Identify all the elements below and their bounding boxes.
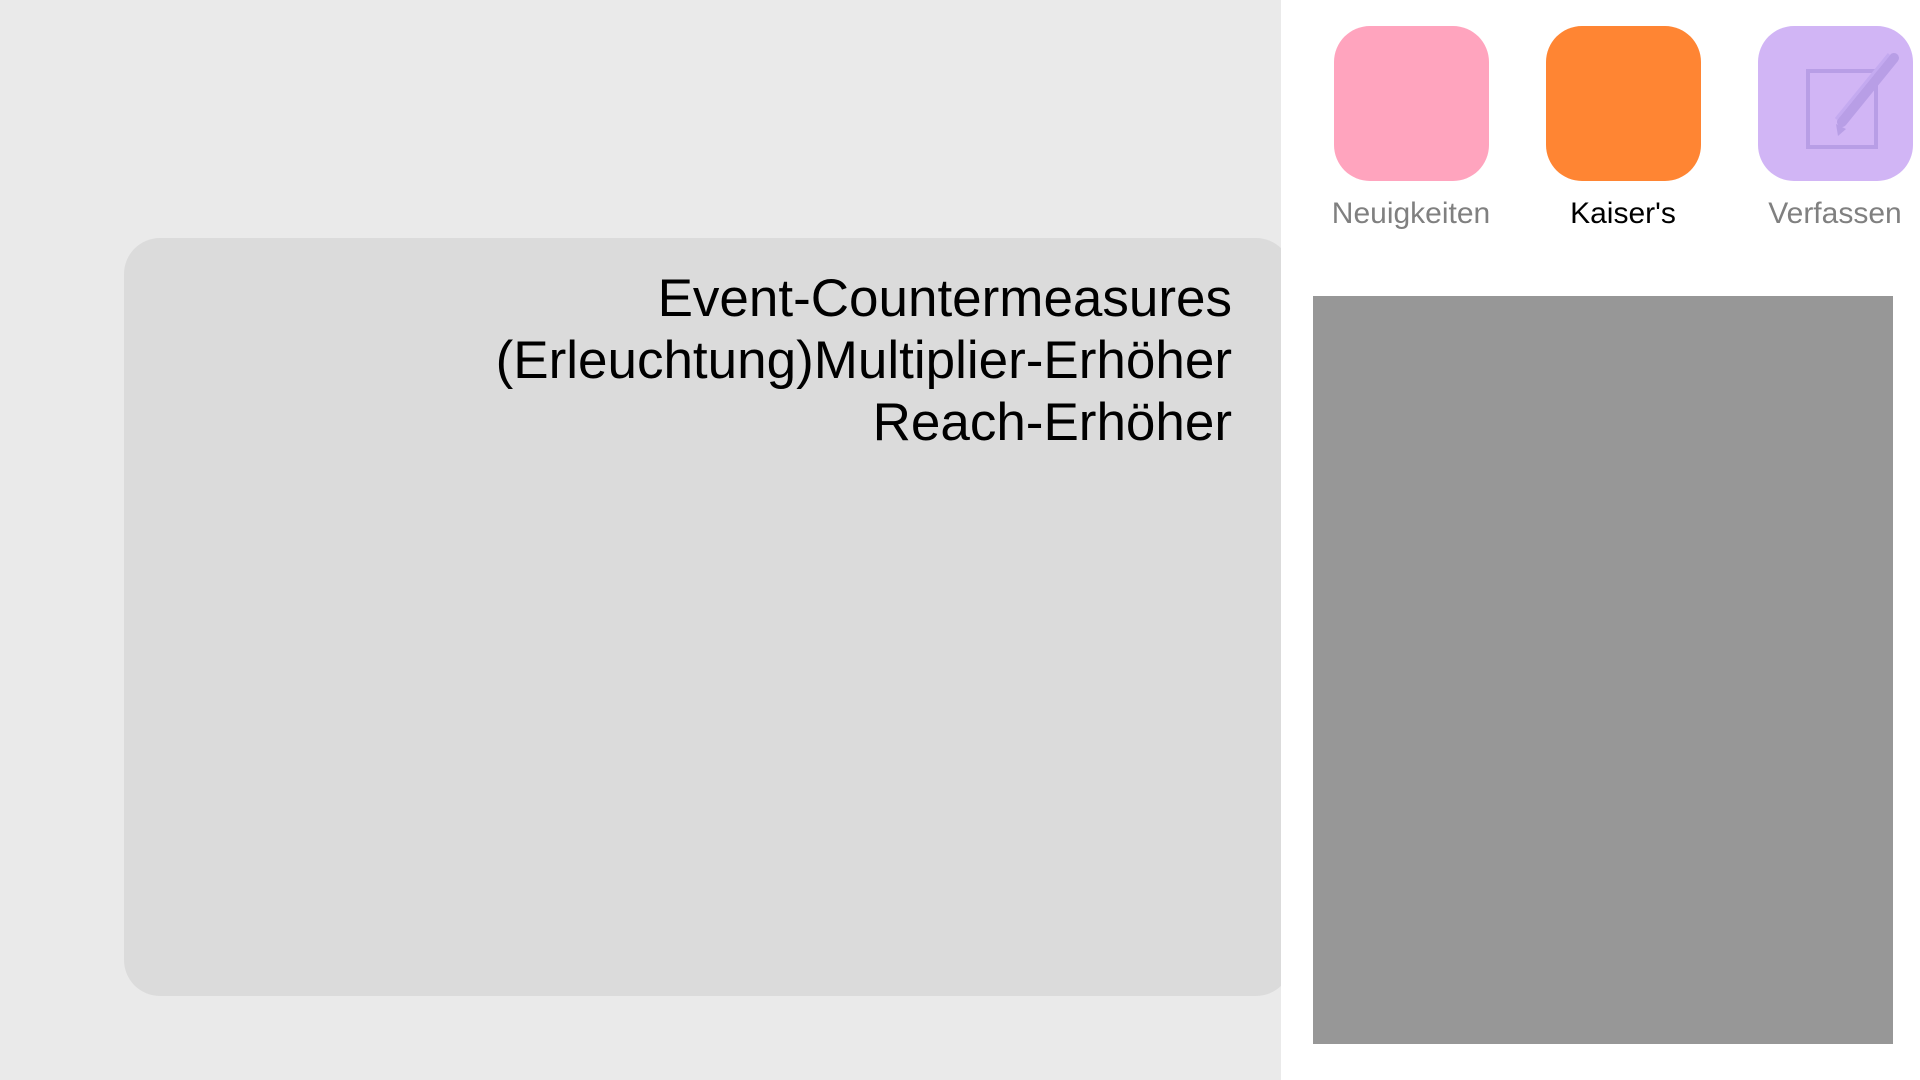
news-app-icon[interactable] (1333, 26, 1489, 181)
screen: Event-Countermeasures (Erleuchtung)Multi… (0, 0, 1920, 1080)
app-verfassen[interactable]: Verfassen (1729, 26, 1920, 232)
card-text-block: Event-Countermeasures (Erleuchtung)Multi… (496, 268, 1232, 454)
app-label-kaisers: Kaiser's (1570, 197, 1676, 230)
app-label-neuigkeiten: Neuigkeiten (1331, 197, 1491, 230)
pencil-square-icon (1805, 53, 1899, 149)
content-card: Event-Countermeasures (Erleuchtung)Multi… (124, 238, 1292, 996)
card-line-event-countermeasures: Event-Countermeasures (657, 269, 1232, 328)
app-kaisers[interactable]: Kaiser's (1517, 26, 1729, 232)
app-neuigkeiten[interactable]: Neuigkeiten (1305, 26, 1517, 232)
side-panel: Neuigkeiten Kaiser's Verfassen (1281, 0, 1920, 1080)
compose-icon[interactable] (1757, 26, 1913, 181)
app-label-verfassen: Verfassen (1768, 197, 1902, 230)
preview-placeholder (1313, 296, 1893, 1044)
kaisers-app-icon[interactable] (1545, 26, 1701, 181)
card-line-multiplier-erhoeher: (Erleuchtung)Multiplier-Erhöher (495, 331, 1232, 390)
card-line-reach-erhoeher: Reach-Erhöher (872, 393, 1232, 452)
